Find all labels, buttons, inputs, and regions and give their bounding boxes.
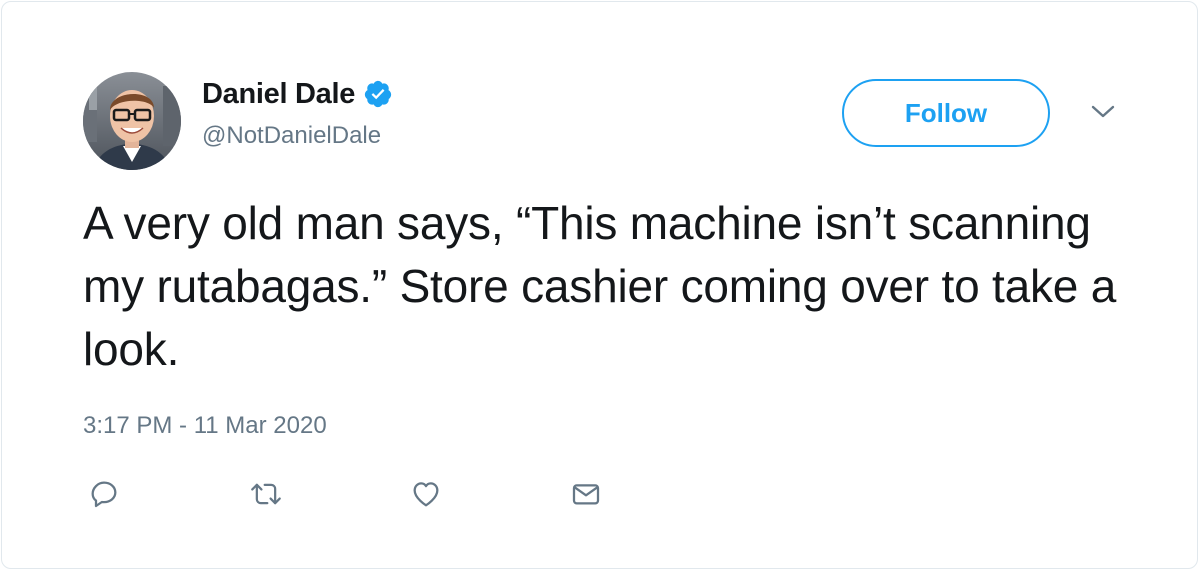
- chevron-down-icon[interactable]: [1090, 102, 1116, 122]
- author-handle[interactable]: @NotDanielDale: [202, 122, 381, 150]
- like-icon[interactable]: [408, 476, 444, 512]
- retweet-icon[interactable]: [248, 476, 284, 512]
- verified-badge-icon: [363, 79, 393, 109]
- tweet-timestamp[interactable]: 3:17 PM - 11 Mar 2020: [83, 412, 327, 440]
- avatar-image: [83, 72, 181, 170]
- author-name-row[interactable]: Daniel Dale: [202, 74, 393, 114]
- direct-message-icon[interactable]: [568, 476, 604, 512]
- tweet-card: Daniel Dale @NotDanielDale Follow A very…: [1, 1, 1198, 569]
- author-display-name[interactable]: Daniel Dale: [202, 78, 355, 111]
- tweet-text: A very old man says, “This machine isn’t…: [83, 197, 1117, 375]
- follow-button[interactable]: Follow: [842, 79, 1050, 147]
- reply-icon[interactable]: [86, 476, 122, 512]
- avatar[interactable]: [83, 72, 181, 170]
